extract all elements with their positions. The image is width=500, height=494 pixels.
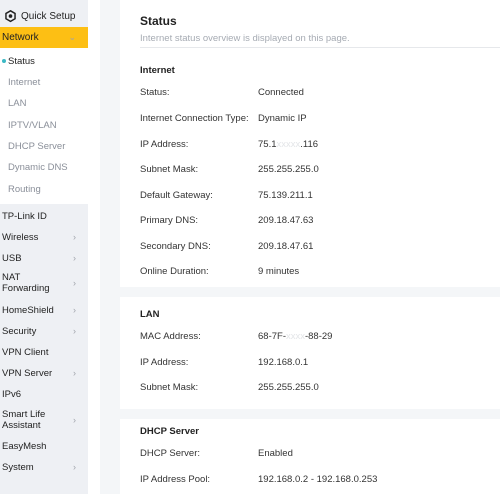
section-title-internet: Internet bbox=[140, 65, 175, 76]
chevron-right-icon: › bbox=[73, 278, 76, 288]
dhcp-status-value: Enabled bbox=[258, 448, 293, 459]
status-value: Connected bbox=[258, 87, 304, 98]
sidebar-item-label: EasyMesh bbox=[2, 440, 47, 452]
subnet-mask-value: 255.255.255.0 bbox=[258, 164, 319, 175]
default-gateway-value: 75.139.211.1 bbox=[258, 190, 313, 201]
chevron-right-icon: › bbox=[73, 232, 76, 242]
sidebar-item-label: USB bbox=[2, 252, 22, 264]
connection-type-value: Dynamic IP bbox=[258, 113, 307, 124]
row-label: Primary DNS: bbox=[140, 215, 199, 226]
ip-suffix: .116 bbox=[300, 139, 319, 150]
row-label: Internet Connection Type: bbox=[140, 113, 249, 124]
sidebar-item-label: System bbox=[2, 461, 34, 473]
submenu-label: Dynamic DNS bbox=[8, 161, 68, 173]
sidebar-item-label: VPN Server bbox=[2, 367, 53, 379]
active-dot-icon bbox=[2, 59, 6, 63]
row-label: IP Address: bbox=[140, 139, 189, 150]
sidebar-item-usb[interactable]: USB › bbox=[0, 250, 88, 266]
sidebar-item-homeshield[interactable]: HomeShield › bbox=[0, 302, 88, 318]
sidebar-item-wireless[interactable]: Wireless › bbox=[0, 229, 88, 245]
submenu-item-status[interactable]: Status bbox=[0, 53, 88, 69]
section-title-lan: LAN bbox=[140, 309, 160, 320]
submenu-item-iptv-vlan[interactable]: IPTV/VLAN bbox=[0, 117, 88, 133]
lan-ip-value: 192.168.0.1 bbox=[258, 357, 309, 368]
mac-suffix: -88-29 bbox=[304, 331, 333, 342]
sidebar-item-label: IPv6 bbox=[2, 388, 22, 400]
page-subtitle: Internet status overview is displayed on… bbox=[140, 33, 350, 44]
sidebar-item-easymesh[interactable]: EasyMesh bbox=[0, 438, 88, 454]
submenu-item-internet[interactable]: Internet bbox=[0, 74, 88, 90]
ip-prefix: 75.1 bbox=[258, 139, 277, 150]
chevron-down-icon: ⌄ bbox=[68, 32, 76, 42]
quick-setup-link[interactable]: Quick Setup bbox=[4, 8, 75, 24]
wan-ip-value: 75.1xxxxx.116 bbox=[258, 139, 318, 150]
submenu-label: Status bbox=[8, 55, 35, 67]
section-title-dhcp-server: DHCP Server bbox=[140, 426, 199, 437]
sidebar-item-ipv6[interactable]: IPv6 bbox=[0, 386, 88, 402]
online-duration-value: 9 minutes bbox=[258, 266, 300, 277]
sidebar-item-tp-link-id[interactable]: TP-Link ID bbox=[0, 208, 88, 224]
chevron-right-icon: › bbox=[73, 462, 76, 472]
row-label: IP Address: bbox=[140, 357, 189, 368]
sidebar-item-vpn-server[interactable]: VPN Server › bbox=[0, 365, 88, 381]
sidebar-item-system[interactable]: System › bbox=[0, 459, 88, 475]
submenu-label: Routing bbox=[8, 183, 41, 195]
row-label: Online Duration: bbox=[140, 266, 209, 277]
gear-icon bbox=[5, 9, 16, 22]
chevron-right-icon: › bbox=[73, 253, 76, 263]
sidebar-item-security[interactable]: Security › bbox=[0, 323, 88, 339]
main-content: Status Internet status overview is displ… bbox=[100, 0, 500, 494]
masked-text: xxxxx bbox=[276, 139, 301, 150]
row-label: MAC Address: bbox=[140, 331, 201, 342]
sidebar-item-vpn-client[interactable]: VPN Client bbox=[0, 344, 88, 360]
ip-pool-value: 192.168.0.2 - 192.168.0.253 bbox=[258, 474, 378, 485]
row-label: Secondary DNS: bbox=[140, 241, 211, 252]
sidebar-item-label: TP-Link ID bbox=[2, 210, 47, 222]
submenu-item-dynamic-dns[interactable]: Dynamic DNS bbox=[0, 159, 88, 175]
submenu-item-routing[interactable]: Routing bbox=[0, 181, 88, 197]
chevron-right-icon: › bbox=[73, 368, 76, 378]
sidebar-item-label: HomeShield bbox=[2, 304, 54, 316]
mac-address-value: 68-7F-xxxx-88-29 bbox=[258, 331, 332, 342]
page-title: Status bbox=[140, 14, 177, 28]
chevron-right-icon: › bbox=[73, 305, 76, 315]
submenu-item-dhcp-server[interactable]: DHCP Server bbox=[0, 138, 88, 154]
sidebar: Quick Setup Network ⌄ Status Internet LA… bbox=[0, 0, 88, 494]
submenu-label: LAN bbox=[8, 97, 27, 109]
secondary-dns-value: 209.18.47.61 bbox=[258, 241, 314, 252]
chevron-right-icon: › bbox=[73, 326, 76, 336]
divider bbox=[140, 47, 500, 48]
mac-prefix: 68-7F- bbox=[258, 331, 286, 342]
sidebar-item-network[interactable]: Network ⌄ bbox=[0, 27, 88, 48]
masked-text: xxxx bbox=[285, 331, 305, 342]
row-label: DHCP Server: bbox=[140, 448, 201, 459]
submenu-label: Internet bbox=[8, 76, 41, 88]
lan-subnet-mask-value: 255.255.255.0 bbox=[258, 382, 319, 393]
primary-dns-value: 209.18.47.63 bbox=[258, 215, 314, 226]
sidebar-item-smart-life-assistant[interactable]: Smart Life Assistant › bbox=[0, 408, 88, 432]
sidebar-item-label: Network bbox=[2, 32, 39, 43]
quick-setup-label: Quick Setup bbox=[21, 10, 76, 22]
row-label: Default Gateway: bbox=[140, 190, 213, 201]
sidebar-item-label: VPN Client bbox=[2, 346, 49, 358]
row-label: Subnet Mask: bbox=[140, 164, 199, 175]
row-label: Subnet Mask: bbox=[140, 382, 199, 393]
sidebar-item-label: Smart Life Assistant bbox=[2, 409, 46, 431]
submenu-item-lan[interactable]: LAN bbox=[0, 95, 88, 111]
row-label: IP Address Pool: bbox=[140, 474, 211, 485]
sidebar-item-label: Security bbox=[2, 325, 37, 337]
submenu-label: IPTV/VLAN bbox=[8, 119, 57, 131]
row-label: Status: bbox=[140, 87, 170, 98]
sidebar-item-label: Wireless bbox=[2, 231, 39, 243]
submenu-label: DHCP Server bbox=[8, 140, 66, 152]
chevron-right-icon: › bbox=[73, 415, 76, 425]
sidebar-item-nat-forwarding[interactable]: NAT Forwarding › bbox=[0, 271, 88, 295]
sidebar-item-label: NAT Forwarding bbox=[2, 272, 50, 294]
